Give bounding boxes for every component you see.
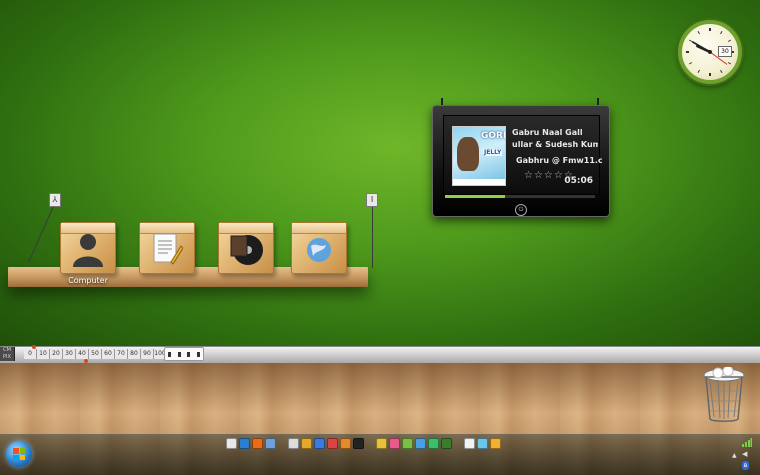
shelf-box-music[interactable] — [218, 222, 274, 274]
ruler-tick: 70 — [115, 349, 128, 359]
ruler-tick: 60 — [102, 349, 115, 359]
power-strip — [164, 347, 204, 361]
signal-icon — [742, 438, 752, 447]
ruler-tick: 0 — [24, 349, 37, 359]
clock-tick — [697, 30, 700, 35]
media-icon[interactable] — [340, 437, 351, 449]
album-cover-title: GORI — [481, 131, 506, 141]
ruler-tick: 80 — [128, 349, 141, 359]
ruler-tick: 10 — [37, 349, 50, 359]
player-power-button[interactable]: ⏻ — [515, 204, 527, 216]
smile-icon[interactable] — [490, 437, 501, 449]
taskbar-dock — [226, 437, 501, 449]
track-progress-fill — [445, 195, 505, 198]
chrome-icon[interactable] — [327, 437, 338, 449]
documents-icon — [151, 232, 184, 270]
player-screen: GORI JELLY Gabru Naal Gall ullar & Sudes… — [443, 115, 602, 195]
tool-icon[interactable] — [428, 437, 439, 449]
clock-tick — [720, 30, 723, 35]
firefox-icon[interactable] — [252, 437, 263, 449]
bluetooth-icon[interactable]: ʙ — [742, 461, 749, 470]
track-album: Gabhru @ Fmw11.c — [516, 156, 602, 165]
user-silhouette-icon — [71, 231, 105, 271]
flower-icon[interactable] — [477, 437, 488, 449]
orb-icon[interactable] — [301, 437, 312, 449]
album-cover-subtitle: JELLY — [483, 149, 503, 156]
tray-expand-icon[interactable]: ▲ — [732, 452, 737, 459]
clock-tick — [727, 62, 732, 65]
ruler-marker-bottom[interactable] — [84, 359, 88, 363]
ruler-tick: 40 — [76, 349, 89, 359]
track-time: 05:06 — [564, 176, 593, 186]
shelf-rope-right — [372, 204, 373, 268]
app-icon[interactable] — [265, 437, 276, 449]
clock-minute-hand — [691, 41, 711, 53]
windows-flag-icon — [13, 448, 25, 460]
ruler-gadget[interactable]: 0 10 20 30 40 50 60 70 80 90 100 — [24, 349, 167, 359]
folder-icon[interactable] — [314, 437, 325, 449]
ruler-tick: 90 — [141, 349, 154, 359]
grid-icon[interactable] — [441, 437, 452, 449]
chat-icon[interactable] — [402, 437, 413, 449]
album-cover-strip — [453, 179, 505, 185]
clock-gadget[interactable]: 30 — [678, 20, 742, 84]
recycle-bin-icon[interactable] — [700, 365, 748, 423]
album-cover-art — [457, 137, 479, 171]
track-progress-bar[interactable] — [445, 195, 595, 198]
clock-tick — [727, 39, 732, 42]
system-tray: ▲ ◀ ʙ — [732, 436, 756, 472]
shelf-hook-right[interactable]: Ⅰ — [366, 193, 378, 207]
ruler-unit-cm: CM — [3, 347, 11, 353]
shelf-box-computer[interactable] — [60, 222, 116, 274]
desktop: CM PIX 0 10 20 30 40 50 60 70 80 90 100 ⅄ Ⅰ Comput… — [0, 0, 760, 475]
clock-tick — [688, 62, 693, 65]
network-icon[interactable] — [288, 437, 299, 449]
star-icon[interactable] — [376, 437, 387, 449]
shelf-box-documents[interactable] — [139, 222, 195, 274]
clock-tick — [688, 39, 693, 42]
windows-orb-icon[interactable] — [6, 441, 32, 467]
shelf-label-computer: Computer — [68, 276, 108, 285]
clock-tick — [697, 69, 700, 74]
track-artist: ullar & Sudesh Kuma — [512, 140, 598, 149]
music-disc-icon — [229, 232, 263, 270]
clock-date: 30 — [718, 46, 732, 57]
ruler-unit-toggle[interactable]: CM PIX — [0, 347, 15, 361]
ruler-tick: 30 — [63, 349, 76, 359]
volume-icon[interactable]: ◀ — [742, 450, 747, 458]
ruler-unit-pix: PIX — [3, 354, 11, 360]
shelf-hook-left[interactable]: ⅄ — [49, 193, 61, 207]
phone-icon[interactable] — [415, 437, 426, 449]
ruler-tick: 50 — [89, 349, 102, 359]
mail-icon[interactable] — [226, 437, 237, 449]
music-player-gadget[interactable]: GORI JELLY Gabru Naal Gall ullar & Sudes… — [432, 105, 610, 217]
globe-icon[interactable] — [239, 437, 250, 449]
track-title: Gabru Naal Gall — [512, 128, 583, 137]
album-cover[interactable]: GORI JELLY — [452, 126, 506, 186]
shelf-box-network[interactable] — [291, 222, 347, 274]
clock-tick — [720, 69, 723, 74]
bubble-icon[interactable] — [464, 437, 475, 449]
wallpaper-wall — [0, 0, 760, 348]
ruler-marker-top[interactable] — [32, 345, 36, 349]
camera-icon[interactable] — [353, 437, 364, 449]
ruler-tick: 20 — [50, 349, 63, 359]
paint-icon[interactable] — [389, 437, 400, 449]
network-globe-icon — [302, 234, 336, 268]
